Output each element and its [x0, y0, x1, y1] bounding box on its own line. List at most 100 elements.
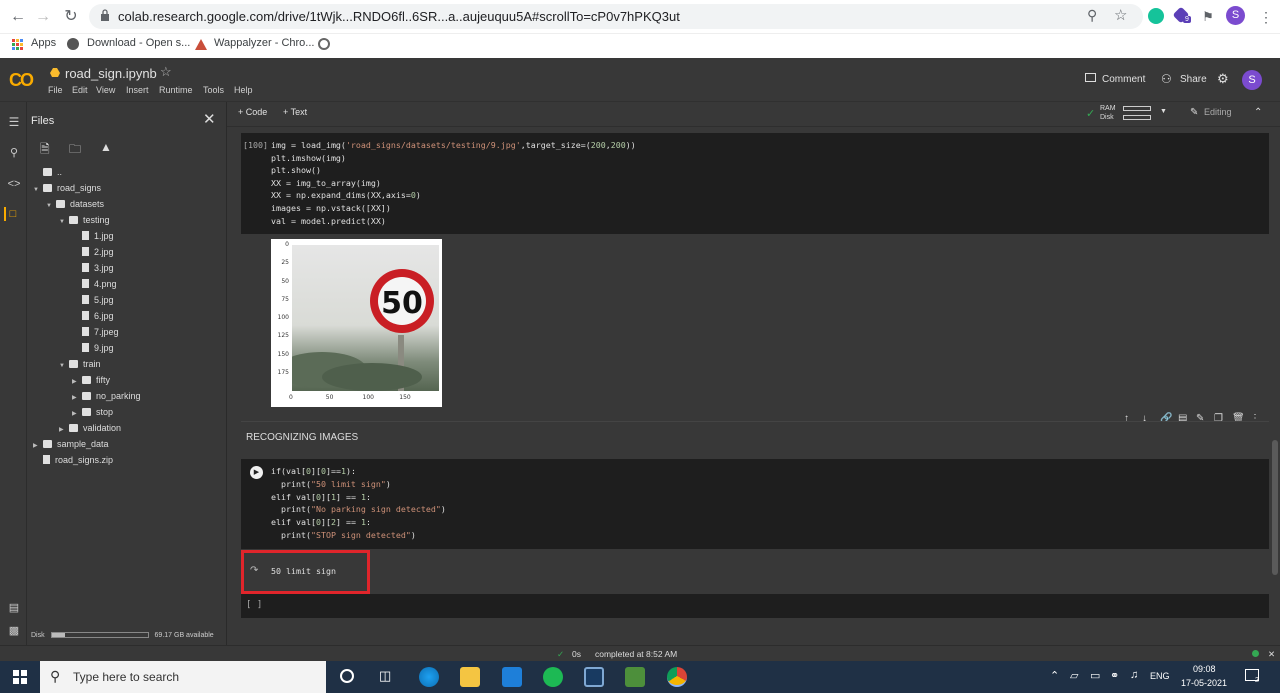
file-tree-folder[interactable]: ▶ fifty: [72, 372, 110, 388]
puzzle-icon[interactable]: ⚑: [1198, 7, 1218, 27]
file-tree-folder[interactable]: ..: [33, 164, 62, 180]
terminal-icon[interactable]: ▩: [7, 624, 21, 638]
star-icon[interactable]: ☆: [160, 64, 172, 80]
notebook-title[interactable]: road_sign.ipynb: [65, 66, 157, 81]
file-tree-file[interactable]: road_signs.zip: [33, 452, 113, 468]
address-bar[interactable]: colab.research.google.com/drive/1tWjk...…: [89, 4, 1143, 29]
file-tree-folder[interactable]: ▼ train: [59, 356, 101, 372]
mount-drive-icon[interactable]: ▲: [100, 140, 114, 154]
file-tree-file[interactable]: 2.jpg: [72, 244, 114, 260]
colab-logo[interactable]: CO: [9, 70, 34, 91]
menu-file[interactable]: File: [48, 85, 63, 95]
menu-edit[interactable]: Edit: [72, 85, 88, 95]
file-tree-file[interactable]: 7.jpeg: [72, 324, 119, 340]
back-icon[interactable]: ←: [8, 7, 28, 27]
file-tree-file[interactable]: 3.jpg: [72, 260, 114, 276]
menu-view[interactable]: View: [96, 85, 115, 95]
refresh-folder-icon[interactable]: 🗀: [69, 140, 83, 156]
account-avatar[interactable]: S: [1242, 70, 1262, 90]
menu-help[interactable]: Help: [234, 85, 253, 95]
chevron-down-icon[interactable]: ▼: [33, 182, 43, 198]
text-cell[interactable]: RECOGNIZING IMAGES: [241, 421, 1269, 457]
volume-icon[interactable]: ♫: [1130, 669, 1138, 681]
mail-icon[interactable]: [502, 667, 522, 687]
file-tree-folder[interactable]: ▶ validation: [59, 420, 121, 436]
reload-icon[interactable]: ↻: [61, 7, 81, 27]
files-panel-title: Files: [31, 115, 55, 127]
share-button[interactable]: Share: [1180, 74, 1207, 85]
upload-file-icon[interactable]: 🗎: [40, 140, 54, 156]
file-tree-folder[interactable]: ▼ testing: [59, 212, 110, 228]
chevron-down-icon[interactable]: ▼: [59, 358, 69, 374]
empty-code-cell[interactable]: [ ]: [241, 594, 1269, 618]
bookmark-apps[interactable]: Apps: [31, 37, 56, 49]
cortana-icon[interactable]: [340, 669, 354, 683]
chevron-down-icon[interactable]: ▼: [46, 198, 56, 214]
editing-mode-button[interactable]: Editing: [1204, 107, 1232, 117]
globe-icon[interactable]: [318, 38, 330, 50]
clock-date[interactable]: 17-05-2021: [1181, 678, 1227, 688]
table-of-contents-icon[interactable]: ☰: [7, 115, 21, 129]
tray-device-icon[interactable]: ▱: [1070, 669, 1078, 682]
file-tree-file[interactable]: 9.jpg: [72, 340, 114, 356]
photos-icon[interactable]: [625, 667, 645, 687]
more-menu-icon[interactable]: ⋮: [1256, 7, 1276, 27]
language-indicator[interactable]: ENG: [1150, 671, 1170, 681]
add-text-button[interactable]: + Text: [283, 107, 307, 117]
wifi-icon[interactable]: ⚭: [1110, 669, 1119, 682]
comment-icon[interactable]: [1085, 73, 1096, 82]
file-tree-folder[interactable]: ▶ no_parking: [72, 388, 141, 404]
zoom-icon[interactable]: ⚲: [1087, 7, 1097, 24]
command-palette-icon[interactable]: ▤: [7, 601, 21, 615]
battery-icon[interactable]: ▭: [1090, 669, 1100, 682]
file-tree-folder[interactable]: ▼ datasets: [46, 196, 104, 212]
file-tree-folder[interactable]: ▶ sample_data: [33, 436, 109, 452]
file-tree-label: train: [83, 359, 101, 369]
close-icon[interactable]: ✕: [203, 110, 216, 128]
chevron-up-icon[interactable]: ⌃: [1254, 107, 1262, 118]
taskbar-search[interactable]: ⚲ Type here to search: [40, 661, 326, 693]
run-cell-button[interactable]: ▶: [250, 466, 263, 479]
virtualbox-icon[interactable]: [584, 667, 604, 687]
code-snippets-icon[interactable]: <>: [7, 177, 21, 191]
file-tree-file[interactable]: 5.jpg: [72, 292, 114, 308]
share-people-icon[interactable]: ⚇: [1161, 72, 1172, 86]
file-tree-file[interactable]: 6.jpg: [72, 308, 114, 324]
notebook-scrollbar[interactable]: [1272, 440, 1278, 575]
bookmark-star-icon[interactable]: ☆: [1114, 6, 1127, 24]
menu-insert[interactable]: Insert: [126, 85, 149, 95]
search-icon[interactable]: ⚲: [7, 146, 21, 160]
menu-runtime[interactable]: Runtime: [159, 85, 193, 95]
add-code-button[interactable]: + Code: [238, 107, 267, 117]
comment-button[interactable]: Comment: [1102, 74, 1145, 85]
file-tree-folder[interactable]: ▶ stop: [72, 404, 113, 420]
bookmark-wappalyzer[interactable]: Wappalyzer - Chro...: [214, 37, 314, 49]
file-explorer-icon[interactable]: [460, 667, 480, 687]
runtime-dropdown-icon[interactable]: ▼: [1160, 108, 1167, 115]
file-tree-file[interactable]: 4.png: [72, 276, 117, 292]
spotify-icon[interactable]: [543, 667, 563, 687]
task-view-icon[interactable]: ◫: [379, 668, 391, 684]
file-tree-folder[interactable]: ▼ road_signs: [33, 180, 101, 196]
code-line: images = np.vstack([XX]): [271, 203, 391, 213]
edge-icon[interactable]: [419, 667, 439, 687]
bookmark-download[interactable]: Download - Open s...: [87, 37, 190, 49]
menu-tools[interactable]: Tools: [203, 85, 224, 95]
file-tree-label: datasets: [70, 199, 105, 209]
grammarly-extension-icon[interactable]: [1148, 8, 1164, 24]
ram-disk-indicator[interactable]: RAM Disk: [1100, 104, 1116, 122]
file-tree-file[interactable]: 1.jpg: [72, 228, 114, 244]
chrome-icon[interactable]: [667, 667, 687, 687]
profile-avatar[interactable]: S: [1226, 6, 1245, 25]
windows-start-icon[interactable]: [13, 670, 27, 684]
tray-chevron-icon[interactable]: ⌃: [1050, 669, 1059, 682]
status-close-icon[interactable]: ✕: [1268, 649, 1275, 660]
code-cell-1[interactable]: [100] img = load_img('road_signs/dataset…: [241, 133, 1269, 234]
settings-gear-icon[interactable]: ⚙: [1217, 71, 1229, 87]
forward-icon[interactable]: →: [33, 7, 53, 27]
output-clear-icon[interactable]: ↷: [250, 565, 258, 576]
clock-time[interactable]: 09:08: [1193, 664, 1216, 674]
chevron-down-icon[interactable]: ▼: [59, 214, 69, 230]
files-folder-icon[interactable]: □: [4, 207, 20, 221]
code-cell-2[interactable]: ▶ if(val[0][0]==1): print("50 limit sign…: [241, 459, 1269, 549]
